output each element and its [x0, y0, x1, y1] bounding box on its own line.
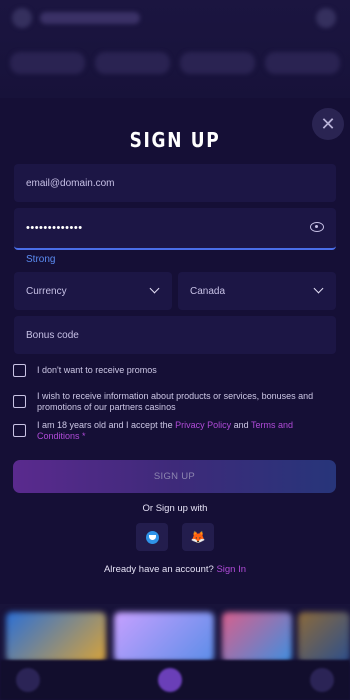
signup-button[interactable]: SIGN UP: [13, 460, 336, 493]
modal-title: SIGN UP: [129, 128, 221, 152]
eye-icon[interactable]: [310, 222, 324, 232]
background-nav-icon: [16, 668, 40, 692]
partners-label: I wish to receive information about prod…: [37, 391, 314, 412]
age-terms-text: I am 18 years old and I accept the: [37, 420, 176, 430]
age-terms-row: I am 18 years old and I accept the Priva…: [13, 420, 337, 442]
age-terms-label: I am 18 years old and I accept the Priva…: [37, 420, 337, 442]
background-profile-icon: [316, 8, 336, 28]
required-mark: *: [79, 431, 86, 441]
currency-select[interactable]: Currency: [14, 272, 172, 310]
background-nav-icon: [310, 668, 334, 692]
no-promos-row: I don't want to receive promos: [13, 364, 337, 377]
background-bottom-nav: [0, 660, 350, 700]
metamask-signup-button[interactable]: 🦊: [182, 523, 214, 551]
bonus-code-placeholder: Bonus code: [26, 329, 79, 341]
signin-link[interactable]: Sign In: [216, 564, 246, 575]
no-promos-checkbox[interactable]: [13, 364, 26, 377]
and-text: and: [231, 420, 251, 430]
partners-row: I wish to receive information about prod…: [13, 391, 337, 413]
country-select[interactable]: Canada: [178, 272, 336, 310]
background-menu-icon: [12, 8, 32, 28]
background-nav-icon: [158, 668, 182, 692]
background-tab: [265, 52, 340, 74]
age-terms-checkbox[interactable]: [13, 424, 26, 437]
chevron-down-icon: [313, 283, 324, 294]
signup-button-label: SIGN UP: [153, 471, 196, 482]
background-logo: [40, 12, 140, 24]
background-tab: [95, 52, 170, 74]
no-promos-label: I don't want to receive promos: [37, 365, 157, 375]
background-header: [0, 0, 350, 98]
social-signup-label: Or Sign up with: [142, 503, 208, 514]
background-game-tile: [222, 612, 292, 662]
password-field[interactable]: •••••••••••••: [14, 208, 336, 250]
background-tabs: [0, 48, 350, 78]
background-tab: [180, 52, 255, 74]
twitter-signup-button[interactable]: [136, 523, 168, 551]
background-game-tile: [114, 612, 214, 662]
country-value: Canada: [190, 285, 226, 297]
email-value: email@domain.com: [26, 177, 115, 189]
background-tab: [10, 52, 85, 74]
currency-value: Currency: [26, 285, 67, 297]
privacy-policy-link[interactable]: Privacy Policy: [175, 420, 231, 430]
chevron-down-icon: [149, 283, 160, 294]
metamask-icon: 🦊: [190, 530, 206, 544]
twitter-icon: [145, 530, 159, 544]
background-game-tile: [6, 612, 106, 662]
bonus-code-input[interactable]: Bonus code: [14, 316, 336, 354]
background-game-tile: [298, 612, 350, 662]
password-value: •••••••••••••: [26, 222, 83, 234]
email-field[interactable]: email@domain.com: [14, 164, 336, 202]
signin-prompt: Already have an account? Sign In: [0, 564, 350, 575]
background-game-tiles: [0, 604, 350, 700]
password-strength-label: Strong: [26, 254, 56, 265]
signin-prompt-text: Already have an account?: [103, 564, 217, 575]
partners-checkbox[interactable]: [13, 395, 26, 408]
